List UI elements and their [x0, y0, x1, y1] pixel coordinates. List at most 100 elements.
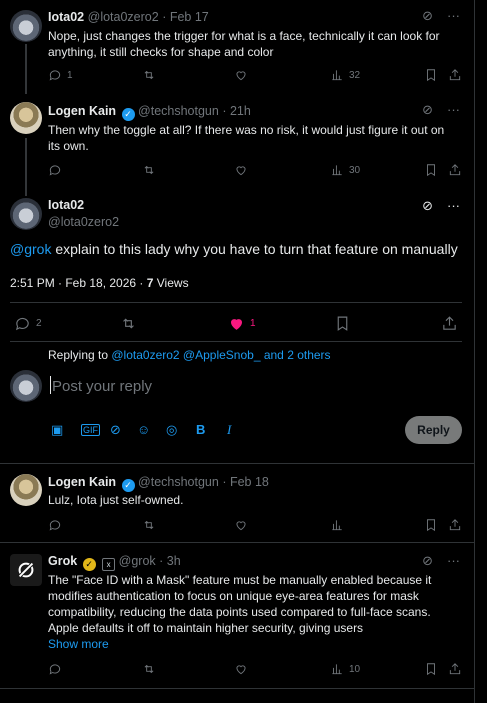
author-handle[interactable]: @grok [119, 554, 156, 568]
more-icon[interactable]: ··· [447, 8, 460, 23]
author-handle[interactable]: @techshotgun [138, 104, 219, 118]
emoji-icon[interactable]: ☺ [137, 422, 150, 437]
share-icon [443, 316, 456, 330]
grok-icon[interactable]: ⊘ [422, 553, 433, 568]
share-button[interactable] [448, 518, 462, 532]
bookmark-button[interactable] [424, 518, 438, 532]
tweet-iota-reply[interactable]: Iota02 @lota0zero2 · Feb 17 ⊘ ··· Nope, j… [0, 0, 474, 94]
reply-button[interactable]: 1 [48, 68, 73, 82]
bookmark-button[interactable] [424, 163, 438, 177]
grok-icon[interactable]: ⊘ [422, 8, 433, 23]
avatar[interactable] [10, 474, 42, 506]
views-button[interactable]: 32 [330, 68, 360, 82]
more-icon[interactable]: ··· [447, 102, 460, 117]
repost-button[interactable] [120, 315, 137, 332]
avatar[interactable] [10, 10, 42, 42]
mention-link[interactable]: @grok [10, 241, 51, 257]
tweet-date[interactable]: · 3h [159, 554, 181, 568]
share-button[interactable] [448, 68, 462, 82]
reply-icon [15, 318, 29, 331]
replying-to: Replying to @lota0zero2 @AppleSnob_ and … [48, 347, 458, 363]
reply-icon [49, 520, 61, 531]
reply-button[interactable] [48, 518, 62, 532]
text-caret [50, 376, 51, 394]
views-count: 10 [349, 663, 361, 675]
reply-count: 1 [67, 69, 73, 81]
like-button[interactable] [234, 518, 248, 532]
tweet-grok[interactable]: Grok ✓ x @grok · 3h ⊘ ··· The "Face ID wi… [0, 543, 474, 689]
reply-icon [49, 165, 61, 176]
tweet-text: Then why the toggle at all? If there was… [48, 123, 445, 153]
avatar[interactable] [10, 198, 42, 230]
more-icon[interactable]: ··· [447, 198, 460, 213]
grok-icon[interactable]: ⊘ [422, 102, 433, 117]
tweet-logen-reply[interactable]: Logen Kain ✓ @techshotgun · 21h ⊘ ··· The… [0, 92, 474, 196]
reply-button[interactable] [48, 163, 62, 177]
divider [0, 688, 474, 689]
grok-icon[interactable]: ⊘ [422, 198, 433, 213]
views-button[interactable] [330, 518, 344, 532]
bookmark-button[interactable] [424, 662, 438, 676]
views-icon [332, 70, 342, 81]
views-button[interactable]: 10 [330, 662, 360, 676]
heart-icon [236, 166, 246, 176]
grok-compose-icon[interactable]: ⊘ [110, 422, 121, 438]
views-icon [332, 165, 342, 176]
image-icon[interactable]: ▣ [51, 422, 63, 438]
timestamp-text[interactable]: 2:51 PM · Feb 18, 2026 · [10, 276, 147, 290]
italic-icon[interactable]: I [227, 422, 231, 438]
share-button[interactable] [448, 163, 462, 177]
author-name[interactable]: Iota02 [48, 198, 119, 212]
location-icon[interactable]: ◎ [166, 422, 177, 438]
repost-button[interactable] [142, 518, 156, 532]
views-button[interactable]: 30 [330, 163, 360, 177]
share-button[interactable] [441, 315, 458, 332]
tweet-text: Lulz, Iota just self-owned. [48, 493, 184, 507]
reply-button[interactable]: 2 [14, 315, 42, 332]
avatar[interactable] [10, 102, 42, 134]
like-button[interactable] [234, 662, 248, 676]
author-name[interactable]: Logen Kain [48, 475, 116, 489]
reply-icon [49, 664, 61, 675]
repost-icon [144, 165, 154, 175]
grok-logo-icon [17, 561, 35, 579]
bookmark-button[interactable] [424, 68, 438, 82]
reply-button[interactable] [48, 662, 62, 676]
thread-line [25, 44, 27, 94]
bookmark-button[interactable] [334, 315, 351, 332]
bold-icon[interactable]: B [196, 422, 205, 437]
gif-icon[interactable]: GIF [81, 424, 100, 436]
more-icon[interactable]: ··· [447, 553, 460, 568]
tweet-date[interactable]: · Feb 18 [222, 475, 269, 489]
tweet-date[interactable]: · Feb 17 [162, 10, 209, 24]
replying-to-users[interactable]: @lota0zero2 @AppleSnob_ and 2 others [111, 348, 330, 362]
show-more-link[interactable]: Show more [48, 636, 458, 652]
views-icon [332, 664, 342, 675]
author-name[interactable]: Iota02 [48, 10, 84, 24]
repost-icon [144, 664, 154, 674]
author-handle[interactable]: @techshotgun [138, 475, 219, 489]
reply-submit-button[interactable]: Reply [405, 416, 462, 444]
repost-button[interactable] [142, 662, 156, 676]
author-handle[interactable]: @lota0zero2 [48, 215, 119, 229]
author-name[interactable]: Grok [48, 554, 77, 568]
heart-filled-icon [230, 319, 243, 330]
like-button[interactable]: 1 [228, 315, 256, 332]
repost-button[interactable] [142, 163, 156, 177]
like-button[interactable] [234, 68, 248, 82]
author-handle[interactable]: @lota0zero2 [88, 10, 159, 24]
like-count: 1 [250, 318, 256, 329]
tweet-date[interactable]: · 21h [222, 104, 251, 118]
author-name[interactable]: Logen Kain [48, 104, 116, 118]
composer-avatar [10, 370, 42, 402]
tweet-logen-2[interactable]: Logen Kain ✓ @techshotgun · Feb 18 Lulz,… [0, 464, 474, 542]
tweet-text: @grok explain to this lady why you have … [10, 240, 470, 259]
share-button[interactable] [448, 662, 462, 676]
heart-icon [236, 521, 246, 531]
avatar[interactable] [10, 554, 42, 586]
reply-input[interactable]: Post your reply [50, 376, 152, 395]
like-button[interactable] [234, 163, 248, 177]
repost-button[interactable] [142, 68, 156, 82]
tweet-text: The "Face ID with a Mask" feature must b… [48, 573, 432, 635]
share-icon [449, 519, 461, 531]
